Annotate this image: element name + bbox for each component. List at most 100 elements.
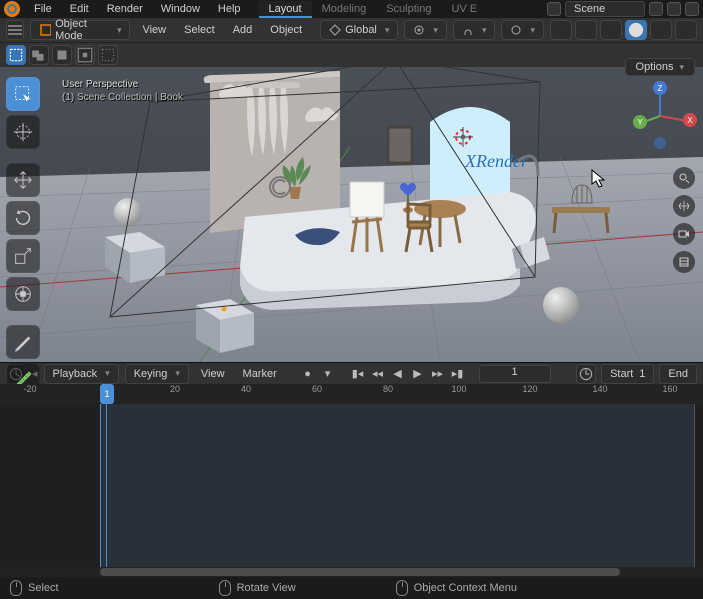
tick: 60 — [312, 384, 322, 394]
tick: 20 — [170, 384, 180, 394]
orientation-dropdown[interactable]: Global — [320, 20, 398, 40]
top-menu-bar: File Edit Render Window Help Layout Mode… — [0, 0, 703, 18]
viewport-header: Object Mode View Select Add Object Globa… — [0, 18, 703, 43]
delete-scene-icon[interactable] — [667, 2, 681, 16]
tool-transform[interactable] — [6, 277, 40, 311]
axis-y[interactable]: Y — [633, 115, 647, 129]
playhead[interactable]: 1 — [100, 384, 114, 404]
xray-toggle[interactable] — [575, 20, 597, 40]
blender-logo-icon — [4, 1, 20, 17]
tick: 140 — [592, 384, 607, 394]
tool-cursor[interactable] — [6, 115, 40, 149]
status-select: Select — [28, 582, 59, 594]
end-frame-field[interactable]: End — [659, 364, 697, 384]
overlay-toggle[interactable] — [550, 20, 572, 40]
select-extend-icon[interactable] — [29, 45, 49, 65]
timeline-body[interactable] — [0, 404, 703, 567]
viewport-options-dropdown[interactable]: Options — [625, 58, 695, 76]
tab-uv[interactable]: UV E — [441, 1, 487, 18]
viewlayer-icon[interactable] — [685, 2, 699, 16]
status-rotate: Rotate View — [237, 582, 296, 594]
jump-prev-key-icon[interactable]: ◂◂ — [369, 365, 387, 383]
header-select[interactable]: Select — [178, 22, 221, 38]
new-scene-icon[interactable] — [649, 2, 663, 16]
tool-rotate[interactable] — [6, 201, 40, 235]
jump-next-key-icon[interactable]: ▸▸ — [429, 365, 447, 383]
axis-x[interactable]: X — [683, 113, 697, 127]
proportional-edit-dropdown[interactable] — [501, 20, 544, 40]
select-intersect-icon[interactable] — [98, 45, 118, 65]
timeline-header: ◂ Playback Keying View Marker ● ▾ ▮◂ ◂◂ … — [0, 362, 703, 384]
autokey-dropdown[interactable]: ▾ — [319, 365, 337, 383]
shading-solid[interactable] — [625, 20, 647, 40]
tab-sculpting[interactable]: Sculpting — [376, 1, 441, 18]
persp-ortho-icon[interactable] — [673, 251, 695, 273]
shading-wire[interactable] — [600, 20, 622, 40]
jump-end-icon[interactable]: ▸▮ — [449, 365, 467, 383]
editor-type-icon[interactable] — [6, 20, 24, 40]
timeline-marker[interactable]: Marker — [237, 366, 283, 382]
timeline-view[interactable]: View — [195, 366, 231, 382]
menu-help[interactable]: Help — [210, 1, 249, 17]
tab-layout[interactable]: Layout — [259, 1, 312, 18]
viewport-info-overlay: User Perspective (1) Scene Collection | … — [62, 79, 183, 103]
header-view[interactable]: View — [136, 22, 172, 38]
header-object[interactable]: Object — [264, 22, 308, 38]
header-add[interactable]: Add — [227, 22, 259, 38]
start-frame-field[interactable]: Start 1 — [601, 364, 654, 384]
shading-matprev[interactable] — [650, 20, 672, 40]
browse-scene-icon[interactable] — [547, 2, 561, 16]
select-box-icon[interactable] — [6, 45, 26, 65]
axis-z[interactable]: Z — [653, 81, 667, 95]
menu-window[interactable]: Window — [153, 1, 208, 17]
playhead-line — [106, 404, 107, 567]
viewport-tool-column — [6, 77, 40, 397]
mode-label: Object Mode — [55, 18, 109, 42]
selection-mode-strip — [0, 43, 703, 67]
tick: -20 — [23, 384, 36, 394]
play-reverse-icon[interactable]: ◀ — [389, 365, 407, 383]
start-label: Start — [610, 368, 633, 380]
perspective-label: User Perspective — [62, 79, 183, 90]
keying-dropdown[interactable]: Keying — [125, 364, 189, 384]
menu-file[interactable]: File — [26, 1, 60, 17]
menu-render[interactable]: Render — [99, 1, 151, 17]
scrollbar-thumb[interactable] — [100, 568, 620, 576]
range-toggle-icon[interactable] — [576, 364, 596, 384]
3d-viewport[interactable]: Options — [0, 67, 703, 362]
orientation-label: Global — [345, 24, 377, 36]
tool-annotate[interactable] — [6, 325, 40, 359]
mouse-middle-icon — [219, 580, 231, 596]
status-bar: Select Rotate View Object Context Menu — [0, 577, 703, 599]
camera-view-icon[interactable] — [673, 223, 695, 245]
timeline-ruler[interactable]: -20 1 20 40 60 80 100 120 140 160 — [0, 384, 703, 404]
pan-icon[interactable] — [673, 195, 695, 217]
play-icon[interactable]: ▶ — [409, 365, 427, 383]
end-label: End — [668, 368, 688, 380]
tick: 40 — [241, 384, 251, 394]
mode-dropdown[interactable]: Object Mode — [30, 20, 130, 40]
tab-modeling[interactable]: Modeling — [312, 1, 377, 18]
tool-select[interactable] — [6, 77, 40, 111]
viewport-scene-render: XRender — [0, 67, 703, 362]
select-invert-icon[interactable] — [75, 45, 95, 65]
tool-scale[interactable] — [6, 239, 40, 273]
timeline-scrollbar[interactable] — [0, 567, 703, 577]
pivot-dropdown[interactable] — [404, 20, 447, 40]
scene-name-field[interactable]: Scene — [565, 1, 645, 17]
playback-dropdown[interactable]: Playback — [44, 364, 119, 384]
current-frame-field[interactable]: 1 — [479, 365, 551, 383]
tick: 100 — [451, 384, 466, 394]
tool-move[interactable] — [6, 163, 40, 197]
shading-rendered[interactable] — [675, 20, 697, 40]
snap-dropdown[interactable] — [453, 20, 496, 40]
nav-gizmo[interactable]: Z X Y — [625, 81, 695, 151]
tick: 160 — [662, 384, 677, 394]
zoom-icon[interactable] — [673, 167, 695, 189]
menu-edit[interactable]: Edit — [62, 1, 97, 17]
collection-label: (1) Scene Collection | Book — [62, 92, 183, 103]
jump-start-icon[interactable]: ▮◂ — [349, 365, 367, 383]
autokey-toggle[interactable]: ● — [299, 365, 317, 383]
mouse-left-icon — [10, 580, 22, 596]
select-subtract-icon[interactable] — [52, 45, 72, 65]
